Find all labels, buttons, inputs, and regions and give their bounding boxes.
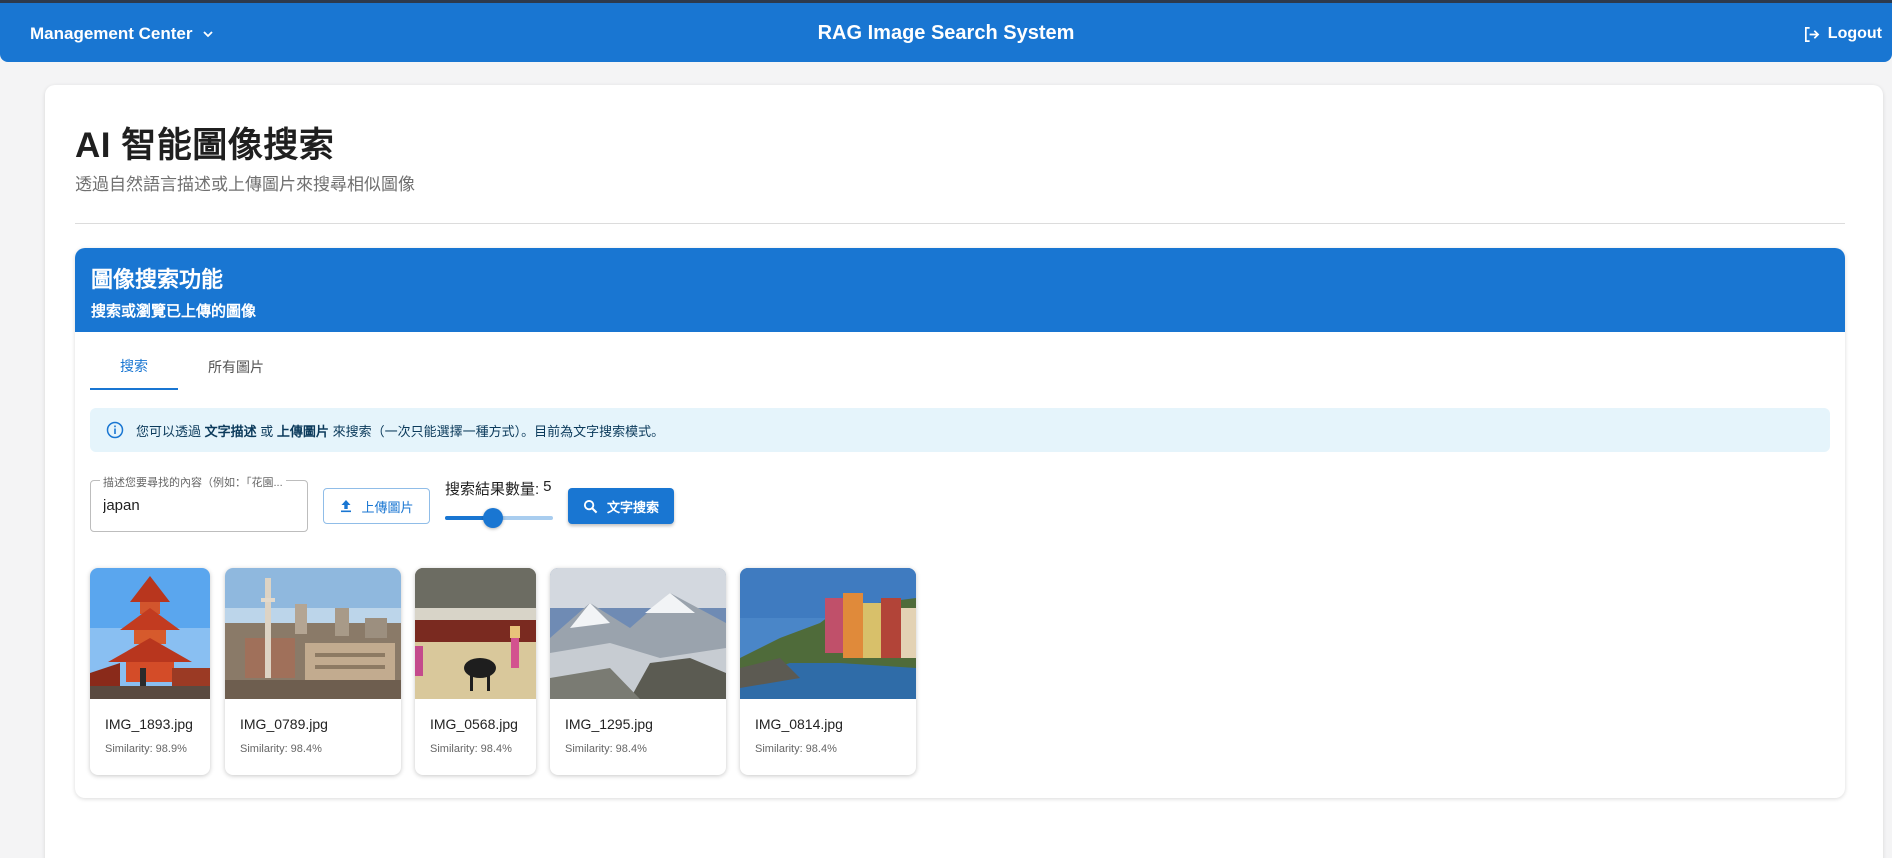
search-field-label: 描述您要尋找的內容（例如：「花園... xyxy=(100,474,286,490)
result-count-label: 搜索結果數量: 5 xyxy=(445,478,552,499)
result-similarity: Similarity: 98.9% xyxy=(105,743,187,755)
similarity-value: 98.9% xyxy=(155,743,187,755)
result-count-value: 5 xyxy=(543,478,552,495)
panel-title: 圖像搜索功能 xyxy=(91,267,224,292)
app-title: RAG Image Search System xyxy=(817,22,1075,44)
result-card[interactable]: IMG_0789.jpg Similarity: 98.4% xyxy=(225,568,401,775)
search-input[interactable] xyxy=(103,497,298,514)
tab-search[interactable]: 搜索 xyxy=(90,344,178,390)
result-filename: IMG_0814.jpg xyxy=(755,716,843,732)
divider xyxy=(75,223,1845,224)
panel-header: 圖像搜索功能 搜索或瀏覽已上傳的圖像 xyxy=(75,248,1845,332)
logout-icon xyxy=(1804,26,1820,42)
text-search-button[interactable]: 文字搜索 xyxy=(568,488,674,524)
result-thumbnail xyxy=(740,568,916,699)
result-thumbnail xyxy=(415,568,536,699)
similarity-value: 98.4% xyxy=(615,743,647,755)
result-filename: IMG_0789.jpg xyxy=(240,716,328,732)
result-similarity: Similarity: 98.4% xyxy=(565,743,647,755)
info-alert: 您可以透過 文字描述 或 上傳圖片 來搜索（一次只能選擇一種方式）。目前為文字搜… xyxy=(90,408,1830,452)
result-thumbnail xyxy=(225,568,401,699)
similarity-value: 98.4% xyxy=(805,743,837,755)
info-suffix: 來搜索（一次只能選擇一種方式）。目前為文字搜索模式。 xyxy=(332,423,665,439)
text-search-label: 文字搜索 xyxy=(606,499,659,515)
similarity-value: 98.4% xyxy=(480,743,512,755)
result-count-slider[interactable] xyxy=(445,508,553,528)
upload-icon xyxy=(341,500,352,513)
similarity-label: Similarity: xyxy=(105,743,153,755)
result-card[interactable]: IMG_1893.jpg Similarity: 98.9% xyxy=(90,568,210,775)
similarity-label: Similarity: xyxy=(430,743,478,755)
main-content-card: AI 智能圖像搜索 透過自然語言描述或上傳圖片來搜尋相似圖像 圖像搜索功能 搜索… xyxy=(45,85,1883,858)
similarity-label: Similarity: xyxy=(565,743,613,755)
search-icon xyxy=(583,499,598,513)
result-similarity: Similarity: 98.4% xyxy=(430,743,512,755)
info-bold-upload-image: 上傳圖片 xyxy=(276,423,329,439)
panel-subtitle: 搜索或瀏覽已上傳的圖像 xyxy=(91,303,257,320)
result-similarity: Similarity: 98.4% xyxy=(240,743,322,755)
info-mid: 或 xyxy=(260,423,274,439)
info-bold-text-description: 文字描述 xyxy=(204,423,257,439)
info-text: 您可以透過 文字描述 或 上傳圖片 來搜索（一次只能選擇一種方式）。目前為文字搜… xyxy=(136,421,664,440)
logout-button[interactable]: Logout xyxy=(1803,25,1882,43)
result-count-text: 搜索結果數量: xyxy=(445,481,540,498)
slider-thumb[interactable] xyxy=(482,508,503,528)
similarity-label: Similarity: xyxy=(240,743,288,755)
result-thumbnail xyxy=(550,568,726,699)
upload-image-label: 上傳圖片 xyxy=(361,499,414,515)
result-similarity: Similarity: 98.4% xyxy=(755,743,837,755)
tab-all-images[interactable]: 所有圖片 xyxy=(178,344,294,390)
similarity-value: 98.4% xyxy=(290,743,322,755)
upload-image-button[interactable]: 上傳圖片 xyxy=(323,488,430,524)
page-subtitle: 透過自然語言描述或上傳圖片來搜尋相似圖像 xyxy=(75,175,415,194)
image-search-panel: 圖像搜索功能 搜索或瀏覽已上傳的圖像 搜索 所有圖片 您可以透過 文字描述 或 … xyxy=(75,248,1845,798)
info-icon xyxy=(106,421,124,439)
result-thumbnail xyxy=(90,568,210,699)
page-title: AI 智能圖像搜索 xyxy=(75,126,335,165)
info-prefix: 您可以透過 xyxy=(136,423,202,439)
similarity-label: Similarity: xyxy=(755,743,803,755)
result-filename: IMG_0568.jpg xyxy=(430,716,518,732)
search-field: 描述您要尋找的內容（例如：「花園... xyxy=(90,474,308,532)
result-card[interactable]: IMG_1295.jpg Similarity: 98.4% xyxy=(550,568,726,775)
logout-label: Logout xyxy=(1827,25,1882,42)
result-filename: IMG_1295.jpg xyxy=(565,716,653,732)
result-card[interactable]: IMG_0568.jpg Similarity: 98.4% xyxy=(415,568,536,775)
tab-bar: 搜索 所有圖片 xyxy=(90,344,294,390)
result-filename: IMG_1893.jpg xyxy=(105,716,193,732)
result-card[interactable]: IMG_0814.jpg Similarity: 98.4% xyxy=(740,568,916,775)
top-app-bar: Management Center RAG Image Search Syste… xyxy=(0,0,1892,62)
